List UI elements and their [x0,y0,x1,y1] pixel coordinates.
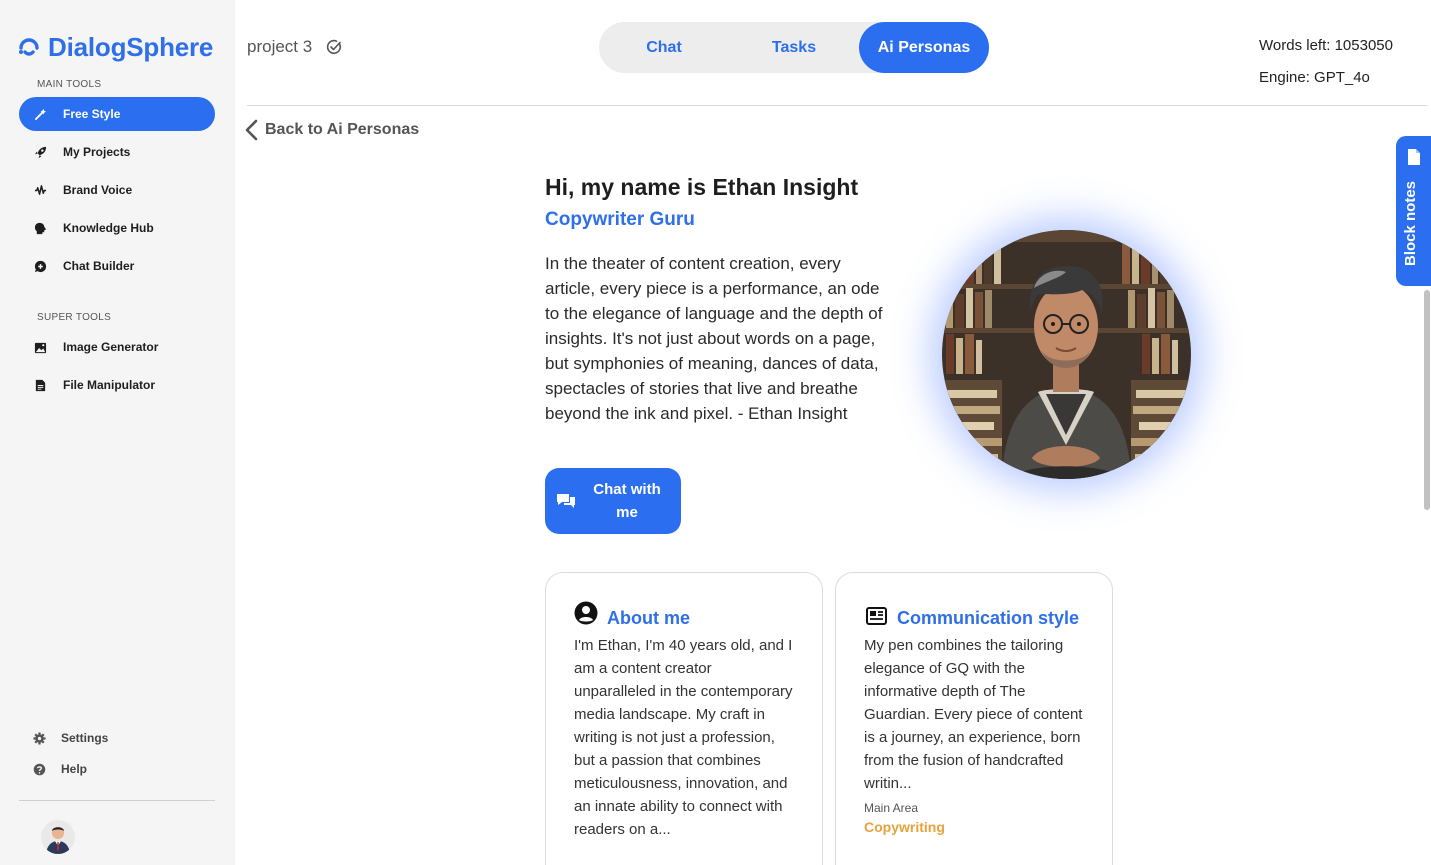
communication-style-title: Communication style [897,608,1080,628]
main-area-value: Copywriting [864,819,945,835]
sidebar-item-brand-voice[interactable]: Brand Voice [19,173,215,207]
sidebar-item-free-style[interactable]: Free Style [19,97,215,131]
tab-ai-personas[interactable]: Ai Personas [859,22,989,73]
sidebar: DialogSphere MAIN TOOLS Free Style My Pr… [0,0,235,865]
help-icon [33,763,46,775]
sidebar-item-label: Image Generator [63,340,159,354]
about-me-title: About me [607,608,690,628]
sidebar-item-label: File Manipulator [63,378,156,392]
persona-quote: In the theater of content creation, ever… [545,254,883,423]
check-circle-icon [327,39,342,55]
logo-icon [19,37,39,56]
file-icon [33,378,47,392]
persona-portrait [942,230,1191,479]
project-selector[interactable]: project 3 [247,37,342,57]
sidebar-item-knowledge-hub[interactable]: Knowledge Hub [19,211,215,245]
communication-style-text: My pen combines the tailoring elegance o… [864,637,1083,792]
brain-icon [33,221,47,235]
persona-role: Copywriter Guru [545,209,695,230]
newspaper-icon [866,607,887,625]
tab-chat[interactable]: Chat [599,22,729,73]
chevron-left-icon [245,119,258,141]
about-me-card: About me I'm Ethan, I'm 40 years old, an… [545,572,823,865]
sidebar-divider [19,800,215,801]
chat-button-label: Chat with me [593,481,661,521]
sidebar-item-label: Chat Builder [63,259,135,273]
sidebar-item-image-generator[interactable]: Image Generator [19,330,215,364]
main-tabs: Chat Tasks Ai Personas [599,22,989,73]
wand-icon [33,107,47,121]
gear-icon [33,731,46,745]
settings-link[interactable]: Settings [33,731,108,745]
rocket-icon [33,145,47,159]
chat-plus-icon [33,259,47,273]
sidebar-item-label: Brand Voice [63,183,133,197]
main-tools-label: MAIN TOOLS [37,79,102,90]
super-tools-label: SUPER TOOLS [37,312,112,323]
block-notes-label: Block notes [1402,180,1419,266]
document-icon [1408,149,1420,165]
help-label: Help [61,762,88,776]
back-label: Back to Ai Personas [265,121,420,138]
help-link[interactable]: Help [33,762,87,776]
main-area-label: Main Area [864,801,919,815]
header-divider [247,105,1427,106]
tab-tasks[interactable]: Tasks [729,22,859,73]
sidebar-item-label: My Projects [63,145,131,159]
sidebar-item-chat-builder[interactable]: Chat Builder [19,249,215,283]
user-circle-icon [574,601,598,625]
settings-label: Settings [61,731,109,745]
back-link[interactable]: Back to Ai Personas [243,118,419,142]
about-me-title-row: About me [574,601,794,630]
avatar[interactable] [41,820,75,854]
communication-style-card: Communication style My pen combines the … [835,572,1113,865]
page-scrollbar[interactable] [1424,290,1430,510]
project-name: project 3 [247,37,313,56]
sidebar-item-file-manipulator[interactable]: File Manipulator [19,368,215,402]
waveform-icon [33,183,47,197]
persona-greeting: Hi, my name is Ethan Insight [545,174,859,200]
communication-style-title-row: Communication style [864,601,1084,630]
chat-with-me-button[interactable]: Chat with me [545,468,681,534]
words-left: Words left: 1053050 [1259,37,1393,54]
sidebar-item-label: Knowledge Hub [63,221,154,235]
block-notes-tab[interactable]: Block notes [1396,136,1431,286]
usage-stats: Words left: 1053050 Engine: GPT_4o [1259,30,1393,94]
chat-bubbles-icon [557,494,575,508]
about-me-text: I'm Ethan, I'm 40 years old, and I am a … [574,637,793,838]
app-root: DialogSphere MAIN TOOLS Free Style My Pr… [0,0,1431,865]
engine-label: Engine: GPT_4o [1259,69,1370,86]
sidebar-item-label: Free Style [63,107,121,121]
logo[interactable]: DialogSphere [16,32,213,63]
image-icon [33,340,47,354]
sidebar-item-my-projects[interactable]: My Projects [19,135,215,169]
logo-text: DialogSphere [48,32,214,62]
